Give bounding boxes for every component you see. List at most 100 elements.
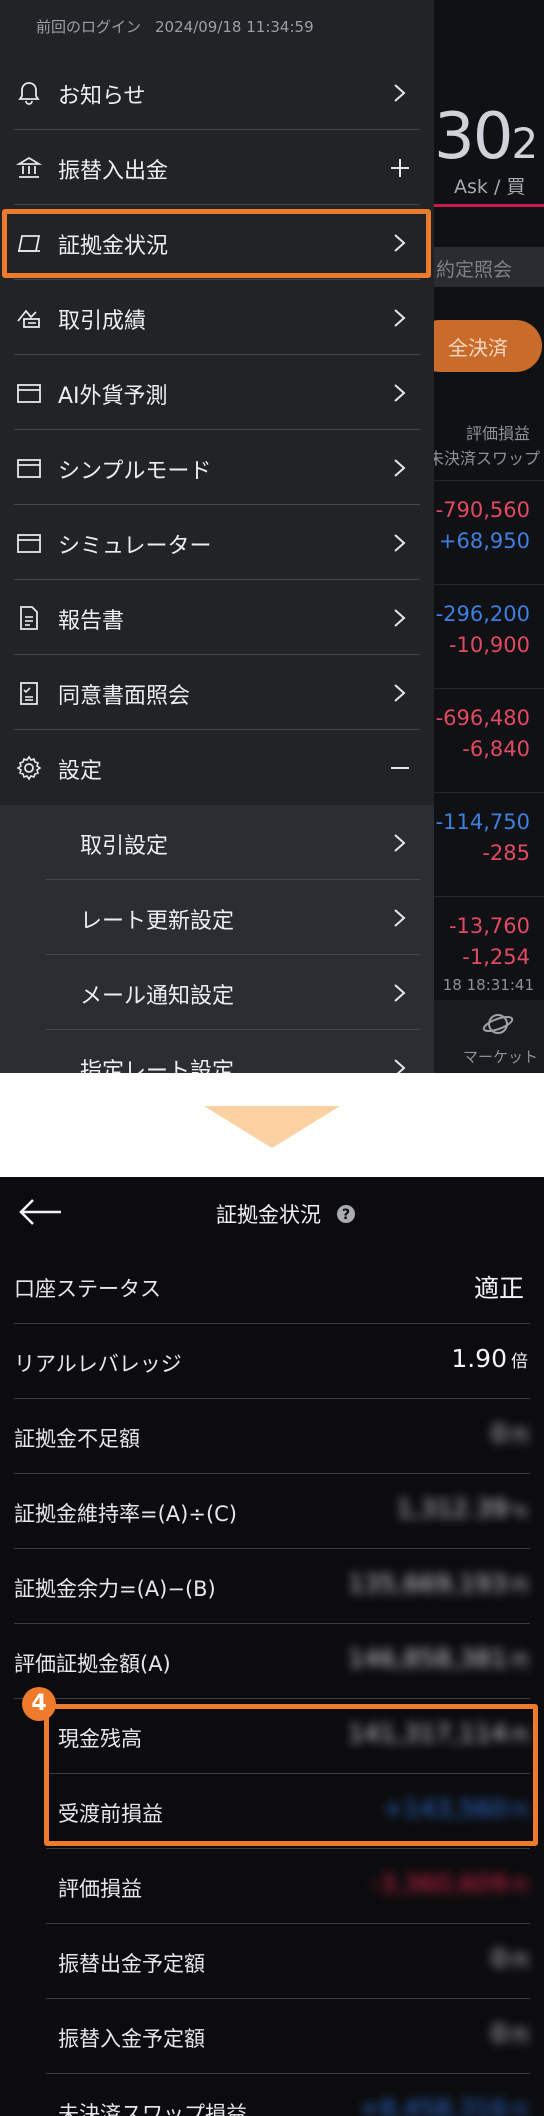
- menu-item-label: シンプルモード: [58, 459, 212, 484]
- row-label: 証拠金維持率=(A)÷(C): [14, 1502, 237, 1526]
- menu-item[interactable]: 報告書: [0, 580, 434, 655]
- plus-icon: [391, 159, 409, 177]
- row-value-number: +8,458,316: [358, 2094, 507, 2116]
- position-pnl: -296,200: [435, 602, 530, 626]
- chevron-right-icon: [394, 834, 406, 852]
- back-arrow-icon[interactable]: [18, 1197, 64, 1227]
- margin-row: 証拠金維持率=(A)÷(C) 1,312.39%: [0, 1474, 544, 1549]
- position-divider: [434, 688, 544, 689]
- row-value-number: 0: [491, 1419, 507, 1448]
- chevron-right-icon: [394, 984, 406, 1002]
- down-arrow-icon: [204, 1106, 340, 1148]
- menu-item-label: 同意書面照会: [58, 684, 191, 709]
- menu-item-label: レート更新設定: [80, 909, 235, 934]
- menu-item-label: お知らせ: [58, 84, 146, 109]
- row-value-unit: 倍: [511, 1352, 528, 1372]
- window-icon: [17, 384, 41, 403]
- position-divider: [434, 896, 544, 897]
- column-header-swap: 未決済スワップ: [434, 449, 540, 468]
- row-label: 振替出金予定額: [58, 1952, 205, 1976]
- menu-item[interactable]: AI外貨予測: [0, 355, 434, 430]
- row-label: 振替入金予定額: [58, 2027, 205, 2051]
- position-swap: +68,950: [438, 529, 530, 553]
- row-label: リアルレバレッジ: [14, 1352, 182, 1376]
- position-swap: -10,900: [448, 633, 530, 657]
- row-value-number: 1,312.39: [396, 1494, 508, 1523]
- margin-row: 証拠金不足額 0 円: [0, 1399, 544, 1474]
- ask-label: Ask / 買: [454, 176, 526, 198]
- margin-row: 証拠金余力=(A)−(B) 135,669,193 円: [0, 1549, 544, 1624]
- row-label: 証拠金余力=(A)−(B): [14, 1577, 216, 1601]
- chevron-right-icon: [394, 909, 406, 927]
- side-menu: 前回のログイン 2024/09/18 11:34:59 お知らせ 振替入出金 証拠金状…: [0, 0, 434, 1073]
- settings-sub-item[interactable]: 指定レート設定: [0, 1030, 434, 1073]
- menu-item[interactable]: シミュレーター: [0, 505, 434, 580]
- menu-item-label: AI外貨予測: [58, 384, 168, 409]
- bottom-nav: マーケット: [434, 1000, 544, 1073]
- position-divider: [434, 792, 544, 793]
- planet-icon[interactable]: [482, 1008, 514, 1040]
- row-value-number: 0: [491, 2019, 507, 2048]
- menu-item-label: 振替入出金: [58, 159, 169, 184]
- menu-item[interactable]: お知らせ: [0, 55, 434, 130]
- menu-item-label: 報告書: [58, 609, 125, 634]
- row-value: 1,312.39%: [397, 1494, 528, 1523]
- position-swap: -6,840: [462, 737, 530, 761]
- gear-icon: [16, 755, 42, 781]
- rate-underline: [434, 204, 544, 207]
- row-value: 1.90 倍: [451, 1344, 528, 1373]
- menu-item[interactable]: 取引成績: [0, 280, 434, 355]
- menu-item-label: 取引成績: [58, 309, 147, 334]
- menu-item-label: 設定: [58, 759, 103, 784]
- position-pnl: -114,750: [435, 810, 530, 834]
- row-value: 0円: [491, 1944, 528, 1973]
- last-login-label: 前回のログイン: [36, 18, 142, 36]
- menu-item[interactable]: 振替入出金: [0, 130, 434, 205]
- help-icon[interactable]: ?: [336, 1204, 356, 1224]
- row-value-unit: 円: [511, 2102, 528, 2116]
- transition-area: [0, 1073, 544, 1177]
- last-login-datetime: 2024/09/18 11:34:59: [155, 18, 314, 36]
- row-value: 146,858,381 円: [348, 1644, 528, 1673]
- margin-row: 評価証拠金額(A) 146,858,381 円: [0, 1624, 544, 1699]
- menu-item[interactable]: 同意書面照会: [0, 655, 434, 730]
- nav-market-label[interactable]: マーケット: [463, 1046, 538, 1067]
- row-value: -3,360,609 円: [371, 1869, 528, 1898]
- chevron-right-icon: [394, 609, 406, 627]
- chevron-right-icon: [394, 459, 406, 477]
- last-login: 前回のログイン 2024/09/18 11:34:59: [36, 16, 314, 37]
- settings-sub-item[interactable]: 取引設定: [0, 805, 434, 880]
- chevron-right-icon: [394, 384, 406, 402]
- close-all-button[interactable]: 全決済: [434, 320, 542, 372]
- menu-item[interactable]: 設定: [0, 730, 434, 805]
- menu-item[interactable]: シンプルモード: [0, 430, 434, 505]
- row-value-unit: 円: [511, 1877, 528, 1897]
- position-pnl: -790,560: [435, 498, 530, 522]
- position-divider: [434, 584, 544, 585]
- step-badge: 4: [22, 1687, 56, 1721]
- row-value: 適正: [474, 1269, 528, 1305]
- menu-item-label: 指定レート設定: [80, 1059, 235, 1073]
- window-icon: [17, 534, 41, 553]
- position-pnl: -13,760: [448, 914, 530, 938]
- tab-execution-inquiry[interactable]: 約定照会: [434, 247, 544, 287]
- row-value: 0円: [491, 1419, 528, 1448]
- highlight-frame-margin-status: [2, 209, 431, 278]
- settings-sub-item[interactable]: レート更新設定: [0, 880, 434, 955]
- update-timestamp: 18 18:31:41: [442, 976, 534, 994]
- margin-row: 口座ステータス 適正: [0, 1249, 544, 1324]
- row-value-unit: 円: [511, 1952, 528, 1972]
- position-swap: -1,254: [462, 945, 530, 969]
- margin-row: リアルレバレッジ 1.90 倍: [0, 1324, 544, 1399]
- chevron-right-icon: [394, 1059, 406, 1073]
- menu-item-label: シミュレーター: [58, 534, 212, 559]
- menu-item-label: 取引設定: [80, 834, 169, 859]
- row-value-number: 適正: [473, 1274, 524, 1303]
- rate-display: 302: [434, 100, 538, 174]
- margin-row: 振替出金予定額 0 円: [0, 1924, 544, 1999]
- margin-row: 振替入金予定額 0 円: [0, 1999, 544, 2074]
- row-label: 未決済スワップ損益: [58, 2102, 247, 2116]
- chevron-right-icon: [394, 684, 406, 702]
- margin-row: 未決済スワップ損益 +8,458,316 円: [0, 2074, 544, 2116]
- settings-sub-item[interactable]: メール通知設定: [0, 955, 434, 1030]
